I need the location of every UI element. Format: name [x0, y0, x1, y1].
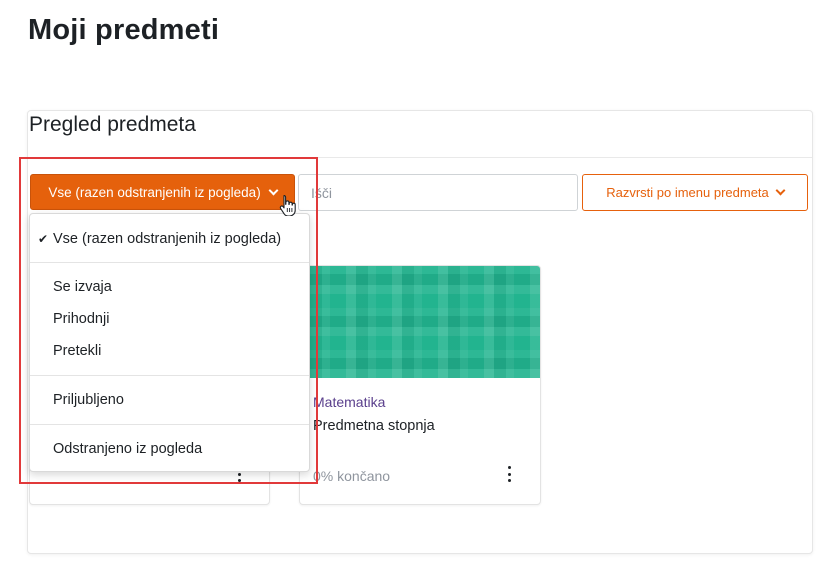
dropdown-divider — [30, 375, 309, 376]
sort-button-label: Razvrsti po imenu predmeta — [606, 185, 769, 200]
course-category: Matematika — [313, 394, 386, 410]
dropdown-item-in-progress[interactable]: Se izvaja — [30, 272, 309, 302]
dropdown-item-past[interactable]: Pretekli — [30, 336, 309, 366]
sort-button[interactable]: Razvrsti po imenu predmeta — [582, 174, 808, 211]
course-progress: 0% končano — [313, 468, 391, 484]
dropdown-item-label: Prihodnji — [53, 311, 110, 327]
course-card[interactable]: Matematika Predmetna stopnja 0% končano — [299, 265, 541, 505]
chevron-down-icon — [268, 185, 279, 195]
hand-cursor-icon — [279, 194, 296, 216]
dropdown-divider — [30, 424, 309, 425]
dropdown-item-hidden[interactable]: Odstranjeno iz pogleda — [30, 434, 309, 464]
chevron-down-icon — [775, 185, 786, 196]
course-image[interactable] — [300, 266, 540, 378]
course-menu-icon[interactable] — [506, 466, 512, 482]
dropdown-item-all[interactable]: ✔ Vse (razen odstranjenih iz pogleda) — [30, 224, 309, 254]
dropdown-item-future[interactable]: Prihodnji — [30, 304, 309, 334]
dropdown-item-label: Priljubljeno — [53, 392, 124, 408]
block-divider — [28, 157, 812, 158]
dropdown-item-label: Pretekli — [53, 343, 102, 359]
dropdown-item-label: Vse (razen odstranjenih iz pogleda) — [53, 231, 282, 247]
check-icon: ✔ — [38, 232, 49, 246]
grouping-dropdown-menu: ✔ Vse (razen odstranjenih iz pogleda) Se… — [29, 213, 310, 472]
dropdown-item-label: Odstranjeno iz pogleda — [53, 441, 203, 457]
grouping-filter-button[interactable]: Vse (razen odstranjenih iz pogleda) — [30, 174, 295, 210]
page-title: Moji predmeti — [28, 14, 220, 46]
course-name-link[interactable]: Predmetna stopnja — [313, 418, 435, 434]
block-title: Pregled predmeta — [29, 113, 196, 136]
search-input[interactable] — [298, 174, 578, 211]
dropdown-item-label: Se izvaja — [53, 279, 112, 295]
dropdown-divider — [30, 262, 309, 263]
dropdown-item-favourites[interactable]: Priljubljeno — [30, 385, 309, 415]
filter-button-label: Vse (razen odstranjenih iz pogleda) — [48, 184, 261, 200]
